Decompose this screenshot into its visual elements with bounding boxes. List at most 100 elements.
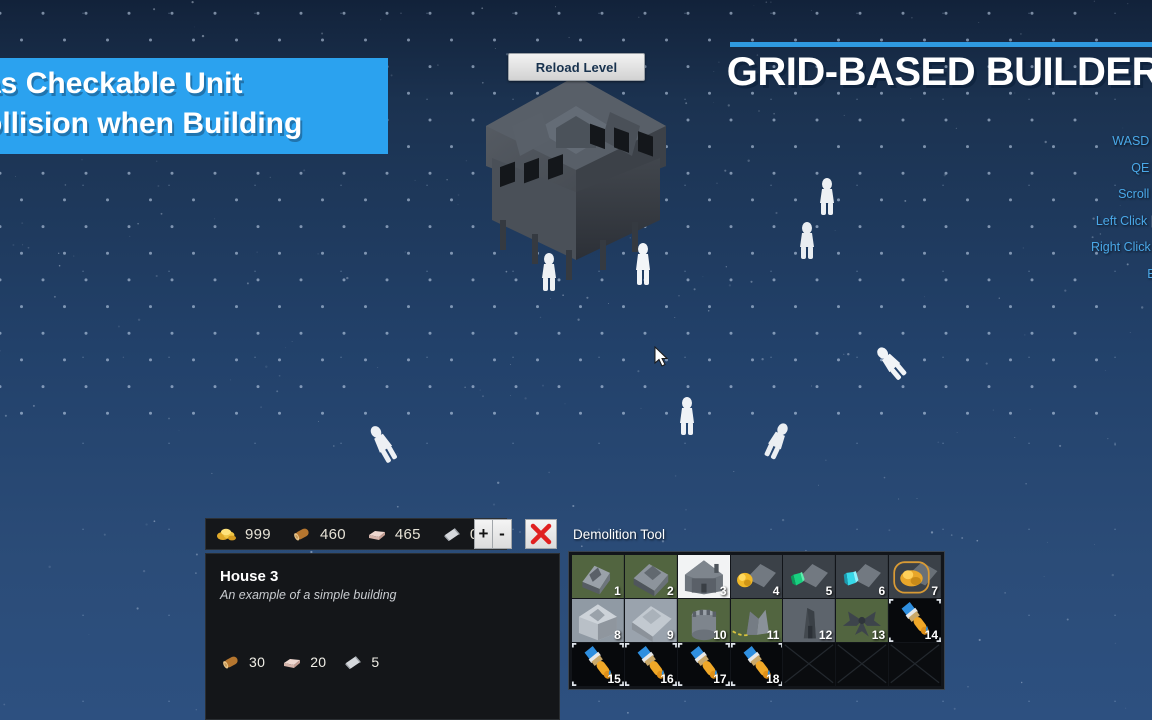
inventory-slot-17[interactable]: 17 [677, 643, 730, 686]
resource-amount: 460 [319, 525, 346, 543]
control-row-scroll: Scroll | Camera [944, 181, 1152, 208]
slot-number: 10 [713, 628, 727, 642]
unit-character[interactable] [634, 242, 652, 286]
control-row-wasd: WASD | Camera [944, 128, 1152, 155]
unit-character[interactable] [676, 396, 698, 436]
slot-number: 8 [614, 628, 621, 642]
resource-amount: 465 [394, 525, 421, 543]
inventory-slot-15[interactable]: 15 [572, 643, 624, 686]
inventory-slot-14[interactable]: 14 [889, 599, 941, 642]
hud-button-group: + - Demolition Tool [474, 519, 665, 549]
red-x-icon [530, 523, 552, 545]
building-inventory-grid[interactable]: 1 2 3 4 5 6 7 8 9 10 11 12 13 14 15 16 17 18 [568, 551, 945, 690]
wood-icon [291, 526, 313, 542]
title-rule [730, 42, 1152, 47]
building-name: House 3 [220, 568, 279, 585]
cost-stone: 5 [342, 654, 379, 670]
control-separator: | [1147, 214, 1152, 228]
slot-number: 16 [660, 672, 674, 686]
inventory-slot-12[interactable]: 12 [783, 599, 836, 642]
inventory-slot-empty-19[interactable] [783, 643, 836, 686]
control-row-left-click: Left Click | Build/Se [944, 208, 1152, 235]
inventory-slot-2[interactable]: 2 [624, 555, 677, 598]
slot-number: 11 [766, 628, 780, 642]
slot-number: 12 [818, 628, 833, 642]
banner-line-1: as Checkable Unit [0, 67, 243, 100]
control-row-qe: QE | Camera [944, 155, 1152, 182]
control-key: QE [1131, 160, 1150, 175]
stone-icon [441, 526, 463, 542]
slot-number: 17 [713, 672, 727, 686]
slot-number: 5 [825, 584, 833, 598]
inventory-slot-9[interactable]: 9 [624, 599, 677, 642]
increase-button[interactable]: + [474, 519, 493, 549]
unit-character[interactable] [873, 344, 909, 382]
cost-wood: 30 [220, 654, 265, 670]
resource-gold: 999 [216, 526, 271, 543]
gold-icon [216, 526, 238, 542]
empty-slot-x-icon [783, 643, 836, 685]
building-info-panel: House 3 An example of a simple building … [205, 553, 560, 720]
inventory-slot-10[interactable]: 10 [677, 599, 730, 642]
unit-character[interactable] [366, 424, 400, 464]
banner-line-2: ollision when Building [0, 107, 303, 140]
slot-number: 1 [614, 584, 621, 598]
cost-amount: 5 [371, 654, 380, 670]
brick-icon [366, 526, 388, 542]
unit-character[interactable] [540, 252, 558, 292]
demolition-tool-button[interactable] [525, 519, 557, 549]
unit-character[interactable] [798, 222, 816, 260]
slot-number: 9 [667, 628, 674, 642]
decrease-button[interactable]: - [493, 519, 512, 549]
slot-number: 3 [719, 584, 727, 598]
building-cost-list: 30 20 5 [220, 654, 379, 670]
demolition-tool-label: Demolition Tool [573, 526, 666, 542]
slot-number: 6 [878, 584, 886, 598]
empty-slot-x-icon [836, 643, 889, 685]
stone-icon [342, 654, 364, 670]
inventory-slot-5[interactable]: 5 [783, 555, 836, 598]
inventory-slot-16[interactable]: 16 [624, 643, 677, 686]
slot-number: 4 [772, 584, 780, 598]
inventory-slot-6[interactable]: 6 [836, 555, 889, 598]
wood-icon [220, 654, 242, 670]
inventory-slot-7[interactable]: 7 [889, 555, 941, 598]
unit-character[interactable] [762, 422, 792, 460]
inventory-slot-18[interactable]: 18 [730, 643, 783, 686]
slot-number: 13 [871, 628, 886, 642]
page-title: GRID-BASED BUILDER [726, 50, 1152, 94]
cost-amount: 30 [249, 654, 266, 670]
inventory-slot-empty-20[interactable] [836, 643, 889, 686]
cost-brick: 20 [281, 654, 326, 670]
control-row-esc: ESC | Exit [944, 261, 1152, 288]
inventory-slot-4[interactable]: 4 [730, 555, 783, 598]
inventory-slot-8[interactable]: 8 [572, 599, 624, 642]
controls-legend: WASD | CameraQE | CameraScroll | CameraL… [944, 128, 1152, 287]
resource-bar: 999460465092 [205, 518, 507, 550]
inventory-slot-11[interactable]: 11 [730, 599, 783, 642]
control-key: Right Click [1090, 240, 1151, 254]
slot-number: 18 [766, 672, 780, 686]
unit-character[interactable] [818, 178, 836, 216]
zoom-stepper: + - [474, 519, 512, 549]
control-key: Scroll [1118, 187, 1150, 201]
cost-amount: 20 [310, 654, 327, 670]
reload-level-button[interactable]: Reload Level [508, 53, 645, 81]
resource-wood: 460 [291, 526, 346, 543]
slot-number: 15 [607, 672, 621, 686]
control-key: ESC [1147, 266, 1152, 281]
inventory-slot-1[interactable]: 1 [572, 555, 624, 598]
inventory-slot-13[interactable]: 13 [836, 599, 889, 642]
control-key: Left Click [1095, 213, 1148, 228]
inventory-slot-3[interactable]: 3 [677, 555, 730, 598]
inventory-slot-empty-21[interactable] [889, 643, 941, 686]
slot-number: 2 [667, 584, 674, 598]
resource-amount: 999 [245, 525, 271, 543]
control-key: WASD [1112, 134, 1150, 148]
title-block: GRID-BASED BUILDER [727, 42, 1152, 95]
feature-banner: as Checkable Unit ollision when Building [0, 58, 388, 154]
game-window: Reload Level as Checkable Unit ollision … [0, 0, 1152, 720]
empty-slot-x-icon [889, 643, 941, 685]
slot-number: 7 [931, 584, 938, 598]
control-row-right-click: Right Click | Interrup [944, 234, 1152, 261]
